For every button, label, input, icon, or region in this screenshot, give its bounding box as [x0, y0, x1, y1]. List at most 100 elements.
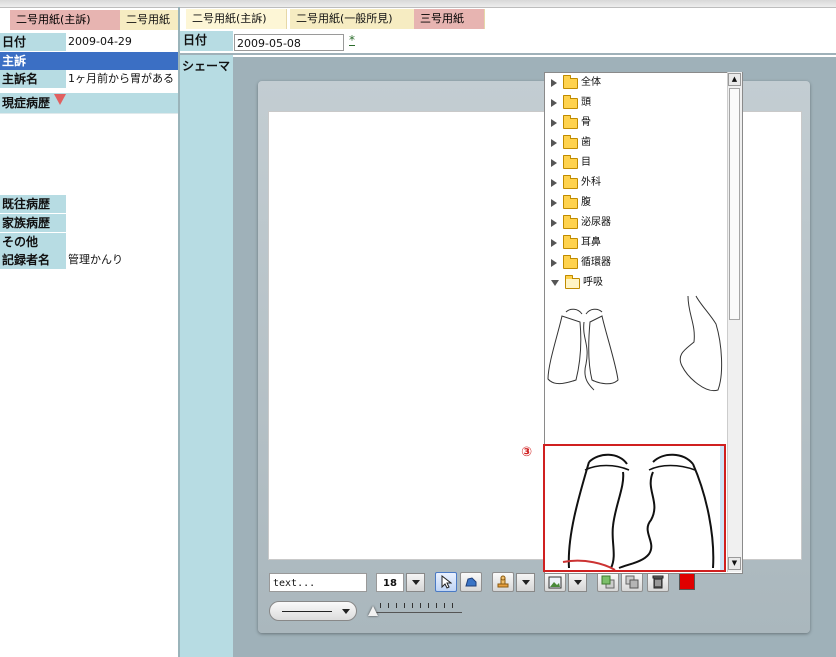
folder-icon [563, 214, 578, 229]
right-date-input[interactable]: 2009-05-08 [234, 34, 344, 51]
scroll-up-button[interactable]: ▲ [728, 73, 741, 86]
tree-item[interactable]: 外科 [551, 174, 601, 192]
left-complaint-name-value[interactable]: 1ヶ月前から胃がある [68, 70, 178, 88]
shape-icon [465, 577, 477, 587]
pointer-tool-button[interactable] [435, 572, 457, 592]
left-record-panel: 日付 2009-04-29 主訴 主訴名 1ヶ月前から胃がある 現症病歴 既往病… [0, 31, 178, 657]
folder-icon [563, 254, 578, 269]
tree-scrollbar[interactable]: ▲ ▼ [727, 72, 742, 572]
chevron-down-icon [342, 609, 350, 614]
collapsed-triangle-icon[interactable] [551, 99, 557, 107]
pointer-icon [441, 575, 452, 589]
stomach-thumbnail[interactable] [666, 294, 726, 404]
tab-left-form2[interactable]: 二号用紙 [120, 10, 179, 30]
left-recorder-value: 管理かんり [68, 253, 123, 266]
slider-ticks [380, 603, 460, 608]
tree-item[interactable]: 泌尿器 [551, 214, 611, 232]
tree-item-label: 呼吸 [583, 277, 603, 288]
left-other-row: その他 [0, 233, 178, 251]
lung-large-icon [562, 446, 724, 570]
image-tool-button[interactable] [544, 572, 566, 592]
left-family-history-row: 家族病歴 [0, 214, 178, 232]
respiratory-thumbnails-row [546, 294, 724, 404]
line-style-select[interactable] [269, 601, 357, 621]
bring-front-button[interactable] [597, 572, 619, 592]
line-width-slider[interactable] [368, 603, 462, 619]
folder-icon [563, 174, 578, 189]
left-date-value[interactable]: 2009-04-29 [68, 33, 178, 51]
left-past-history-label: 既往病歴 [0, 195, 66, 213]
window-top-strip [0, 0, 836, 8]
stamp-dropdown[interactable] [516, 573, 535, 592]
schema-label-column: シェーマ [180, 55, 233, 657]
tree-item-label: 頭 [581, 97, 591, 108]
tree-item-label: 循環器 [581, 257, 611, 268]
tab-right-general-findings[interactable]: 二号用紙(一般所見) [290, 9, 416, 29]
folder-icon [565, 274, 580, 289]
image-dropdown[interactable] [568, 573, 587, 592]
delete-button[interactable] [647, 572, 669, 592]
left-recorder-label: 記録者名 [0, 251, 66, 269]
left-complaint-name-label: 主訴名 [0, 70, 66, 88]
scroll-down-button[interactable]: ▼ [728, 557, 741, 570]
left-present-history-label: 現症病歴 [0, 93, 178, 113]
collapsed-triangle-icon[interactable] [551, 119, 557, 127]
tree-item[interactable]: 呼吸 [551, 274, 603, 292]
tree-item[interactable]: 骨 [551, 114, 591, 132]
folder-icon [563, 194, 578, 209]
tab-right-form3[interactable]: 三号用紙 [414, 9, 485, 29]
slider-track [370, 612, 462, 613]
left-other-label: その他 [0, 233, 66, 251]
folder-icon [563, 74, 578, 89]
schema-label: シェーマ [182, 59, 231, 73]
tab-left-chief-complaint[interactable]: 二号用紙(主訴) [10, 10, 126, 30]
font-size-field[interactable]: 18 [376, 573, 404, 592]
tab-right-chief-complaint[interactable]: 二号用紙(主訴) [186, 9, 287, 29]
date-picker-link[interactable]: * [349, 33, 355, 47]
stamp-tool-button[interactable] [492, 572, 514, 592]
font-size-dropdown[interactable] [406, 573, 425, 592]
collapsed-triangle-icon[interactable] [551, 179, 557, 187]
tree-item-label: 泌尿器 [581, 217, 611, 228]
tree-item[interactable]: 全体 [551, 74, 601, 92]
left-chief-complaint-row[interactable]: 主訴 [0, 52, 178, 70]
folder-icon [563, 154, 578, 169]
collapsed-triangle-icon[interactable] [551, 159, 557, 167]
left-family-history-label: 家族病歴 [0, 214, 66, 232]
right-date-label: 日付 [180, 31, 233, 51]
tree-item[interactable]: 腹 [551, 194, 591, 212]
selected-lung-thumbnail[interactable] [543, 444, 726, 572]
scroll-thumb[interactable] [729, 88, 740, 320]
left-present-history-row[interactable]: 現症病歴 [0, 93, 178, 113]
expanded-triangle-icon[interactable] [551, 280, 559, 286]
collapsed-triangle-icon[interactable] [551, 239, 557, 247]
image-icon [548, 576, 562, 588]
left-past-history-row: 既往病歴 [0, 195, 178, 213]
expand-triangle-icon[interactable] [54, 94, 67, 105]
step-marker: ③ [521, 445, 533, 460]
collapsed-triangle-icon[interactable] [551, 139, 557, 147]
slider-thumb[interactable] [368, 606, 378, 616]
collapsed-triangle-icon[interactable] [551, 219, 557, 227]
tree-item[interactable]: 頭 [551, 94, 591, 112]
tree-item[interactable]: 循環器 [551, 254, 611, 272]
tree-item-label: 目 [581, 157, 591, 168]
left-date-row: 日付 2009-04-29 [0, 33, 178, 51]
collapsed-triangle-icon[interactable] [551, 259, 557, 267]
collapsed-triangle-icon[interactable] [551, 199, 557, 207]
color-picker-swatch[interactable] [679, 573, 695, 590]
tree-item-label: 外科 [581, 177, 601, 188]
tree-item[interactable]: 目 [551, 154, 591, 172]
folder-icon [563, 234, 578, 249]
line-style-preview [282, 611, 332, 612]
present-history-area[interactable] [0, 113, 178, 114]
present-history-text: 現症病歴 [2, 96, 51, 110]
shape-tool-button[interactable] [460, 572, 482, 592]
text-input[interactable]: text... [269, 573, 367, 592]
send-back-button[interactable] [621, 572, 643, 592]
bring-front-icon [601, 575, 615, 589]
send-back-icon [625, 575, 639, 589]
collapsed-triangle-icon[interactable] [551, 79, 557, 87]
tree-item[interactable]: 耳鼻 [551, 234, 601, 252]
tree-item[interactable]: 歯 [551, 134, 591, 152]
